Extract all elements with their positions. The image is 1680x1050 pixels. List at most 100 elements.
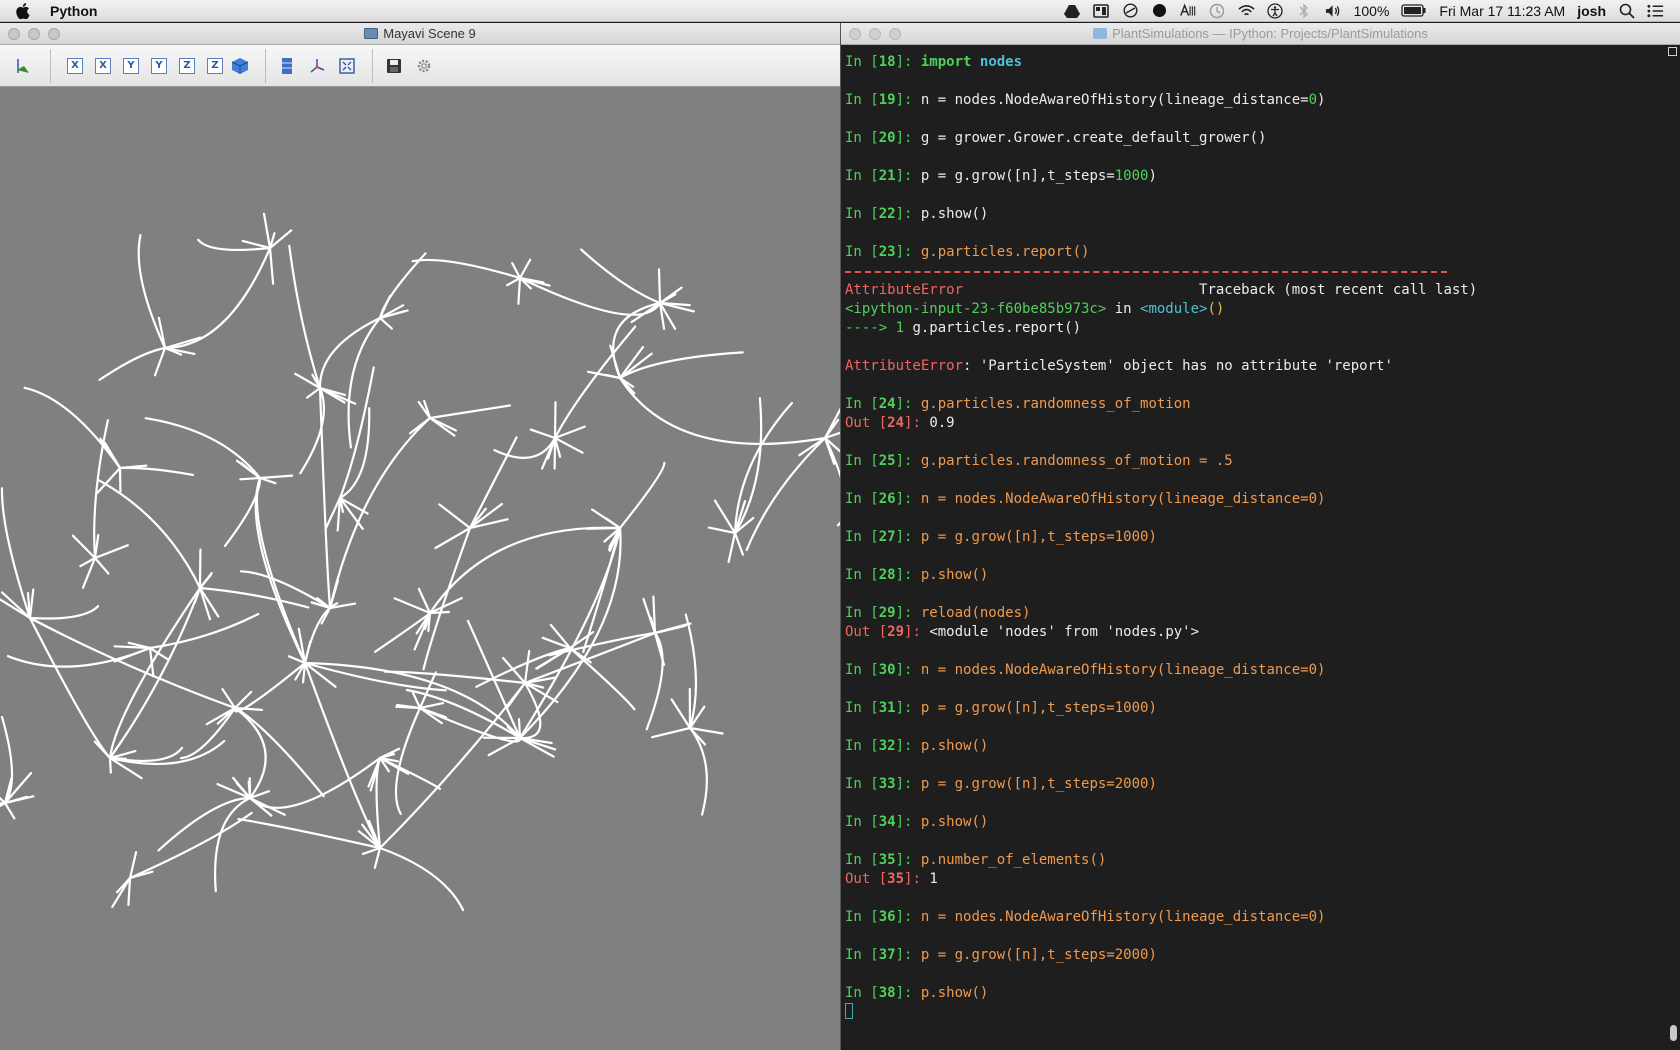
traceback-line: ----> 1 g.particles.report() <box>845 319 1665 338</box>
zoom-button[interactable] <box>48 28 60 40</box>
view-y-minus-button[interactable]: Y <box>151 57 167 74</box>
branch-ray <box>438 503 472 530</box>
traceback-line: AttributeError: 'ParticleSystem' object … <box>845 357 1665 376</box>
folder-icon <box>1093 28 1108 39</box>
in-prompt: In [33]: <box>845 776 921 792</box>
scene-viewport[interactable] <box>0 88 840 1050</box>
view-y-plus-button[interactable]: Y <box>123 57 139 74</box>
branch-tendril <box>422 526 472 671</box>
terminal-output[interactable]: In [18]: import nodes In [19]: n = nodes.… <box>845 53 1665 1043</box>
input-prompt-line: In [37]: p = g.grow([n],t_steps=2000) <box>845 946 1665 965</box>
volume-icon[interactable] <box>1325 3 1342 19</box>
zoom-button[interactable] <box>889 28 901 40</box>
input-prompt-line: In [31]: p = g.grow([n],t_steps=1000) <box>845 699 1665 718</box>
code-text: p.show() <box>920 567 989 583</box>
view-x-minus-button[interactable]: X <box>95 57 111 74</box>
axes-indicator-icon[interactable] <box>306 55 328 77</box>
input-prompt-line: In [29]: reload(nodes) <box>845 604 1665 623</box>
branch-ray <box>268 246 275 285</box>
branch-tendril <box>378 756 441 790</box>
view-z-plus-button[interactable]: Z <box>179 57 195 74</box>
menubar-clock[interactable]: Fri Mar 17 11:23 AM <box>1439 3 1565 19</box>
mayavi-toolbar: X X Y Y Z Z <box>0 45 840 87</box>
branch-curve <box>518 526 622 740</box>
mayavi-titlebar[interactable]: Mayavi Scene 9 <box>0 23 840 45</box>
in-prompt: In [23]: <box>845 244 921 260</box>
branch-curve <box>318 386 332 610</box>
code-text: p = g.grow([n],t_steps=2000) <box>920 947 1157 963</box>
clock-icon[interactable] <box>1122 3 1139 19</box>
text-cursor[interactable] <box>845 1003 853 1019</box>
input-prompt-line: In [22]: p.show() <box>845 205 1665 224</box>
save-icon[interactable] <box>383 55 405 77</box>
in-prompt: In [18]: <box>845 54 921 70</box>
branch-ray <box>502 656 527 685</box>
wifi-icon[interactable] <box>1238 3 1255 19</box>
input-method-icon[interactable] <box>1179 3 1197 19</box>
spotlight-icon[interactable] <box>1618 3 1635 19</box>
branch-tendril <box>347 316 382 449</box>
bluetooth-icon[interactable] <box>1296 2 1313 19</box>
pipeline-icon[interactable] <box>14 55 36 77</box>
code-text: g.particles.randomness_of_motion = .5 <box>920 453 1233 469</box>
branch-curve <box>328 416 432 610</box>
status-dot-icon[interactable] <box>1151 3 1168 19</box>
scroll-thumb[interactable] <box>1670 1025 1677 1041</box>
branch-ray <box>198 573 213 590</box>
branch-tendril <box>548 631 657 657</box>
notification-center-icon[interactable] <box>1647 3 1664 19</box>
input-prompt-line: In [20]: g = grower.Grower.create_defaul… <box>845 129 1665 148</box>
terminal-scrollbar[interactable] <box>1668 47 1678 1047</box>
apple-menu[interactable] <box>0 2 46 19</box>
minimize-button[interactable] <box>28 28 40 40</box>
branch-tendril <box>618 461 666 530</box>
code-text: ----> 1 <box>845 320 913 336</box>
battery-percent[interactable]: 100% <box>1354 3 1390 19</box>
isometric-view-icon[interactable] <box>229 55 251 77</box>
apple-icon <box>16 2 30 19</box>
parallel-projection-icon[interactable] <box>276 55 298 77</box>
timemachine-icon[interactable] <box>1209 3 1226 19</box>
branch-tendril <box>144 417 262 480</box>
input-prompt-line: In [19]: n = nodes.NodeAwareOfHistory(li… <box>845 91 1665 110</box>
input-prompt-line: In [34]: p.show() <box>845 813 1665 832</box>
full-screen-icon[interactable] <box>336 55 358 77</box>
display-icon[interactable] <box>1093 3 1110 19</box>
branch-ray <box>529 428 557 440</box>
user-menu[interactable]: josh <box>1577 3 1606 19</box>
close-button[interactable] <box>8 28 20 40</box>
branch-curve <box>523 631 657 685</box>
settings-gear-icon[interactable] <box>413 55 435 77</box>
branch-ray <box>411 690 422 710</box>
branch-tendril <box>823 436 840 527</box>
app-name-menu[interactable]: Python <box>50 3 97 19</box>
accessibility-icon[interactable] <box>1267 2 1284 19</box>
in-prompt: In [19]: <box>845 92 921 108</box>
input-cursor-line <box>845 1003 1665 1022</box>
input-prompt-line: In [36]: n = nodes.NodeAwareOfHistory(li… <box>845 908 1665 927</box>
branch-ray <box>518 258 532 280</box>
view-z-minus-button[interactable]: Z <box>207 57 223 74</box>
branch-tendril <box>148 612 260 650</box>
battery-icon[interactable] <box>1401 3 1427 19</box>
terminal-titlebar[interactable]: PlantSimulations — IPython: Projects/Pla… <box>841 23 1680 45</box>
close-button[interactable] <box>849 28 861 40</box>
branch-ray <box>338 496 364 530</box>
view-x-plus-button[interactable]: X <box>67 57 83 74</box>
branch-ray <box>198 586 212 621</box>
branch-tendril <box>28 605 100 620</box>
traceback-line: AttributeError Traceback (most recent ca… <box>845 281 1665 300</box>
code-text: n = nodes.NodeAwareOfHistory(lineage_dis… <box>920 92 1309 108</box>
branch-tendril <box>97 479 202 590</box>
branch-ray <box>657 268 662 305</box>
minimize-button[interactable] <box>869 28 881 40</box>
drive-icon[interactable] <box>1064 3 1081 19</box>
